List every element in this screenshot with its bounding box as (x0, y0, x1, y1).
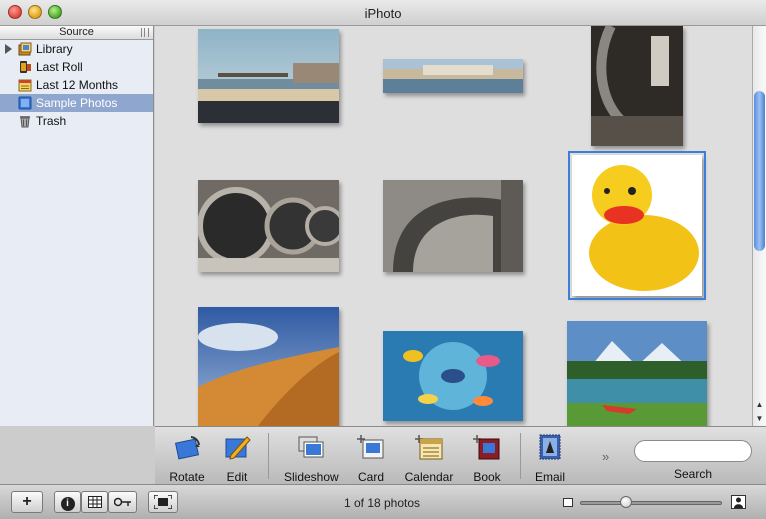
library-icon (18, 42, 32, 56)
sidebar-item-label: Trash (36, 114, 67, 128)
washer-door-curve-photo[interactable] (383, 180, 523, 272)
key-icon (113, 497, 131, 507)
keywords-button[interactable] (108, 491, 137, 513)
window-title: iPhoto (364, 6, 402, 21)
edit-button[interactable]: Edit (211, 433, 263, 484)
toolbar-separator (268, 433, 269, 479)
trash-icon (20, 116, 30, 128)
slideshow-label: Slideshow (284, 470, 339, 484)
email-label: Email (534, 470, 565, 484)
plus-icon: + (22, 493, 32, 510)
film-roll-icon (20, 61, 31, 73)
scroll-thumb[interactable] (754, 91, 765, 251)
source-header: Source (0, 26, 153, 40)
scroll-down-icon[interactable]: ▼ (753, 412, 766, 425)
book-label: Book (473, 470, 501, 484)
edit-toolbar: Rotate Edit Slideshow Card Calendar Book… (155, 426, 766, 484)
scroll-up-icon[interactable]: ▲ (753, 398, 766, 411)
photo-browser[interactable] (155, 26, 752, 426)
search-input[interactable] (634, 440, 752, 462)
more-tools-chevron-icon[interactable]: » (602, 449, 609, 464)
card-icon (357, 435, 384, 459)
album-icon (18, 96, 32, 110)
tropical-fish-photo[interactable] (383, 331, 523, 421)
sidebar-item-library[interactable]: Library (0, 40, 153, 58)
washer-door-closeup-photo[interactable] (591, 26, 683, 146)
calendar-button[interactable]: Calendar (402, 433, 456, 484)
full-screen-icon (153, 494, 173, 510)
mountain-lake-canoe-photo[interactable] (567, 321, 707, 426)
calendar-album-icon (18, 79, 32, 92)
pier-beach-photo[interactable] (198, 29, 339, 123)
card-label: Card (357, 470, 384, 484)
calendar-icon (415, 435, 443, 460)
rotate-icon (174, 436, 200, 460)
slideshow-button[interactable]: Slideshow (284, 433, 339, 484)
info-icon: i (60, 497, 75, 511)
edit-icon (225, 436, 251, 460)
thumbnail-size-slider-knob[interactable] (620, 496, 632, 508)
disclosure-triangle-icon[interactable] (5, 44, 12, 54)
full-screen-button[interactable] (148, 491, 178, 513)
slideshow-icon (298, 436, 324, 458)
card-button[interactable]: Card (345, 433, 397, 484)
coastal-town-panorama-photo[interactable] (383, 59, 523, 93)
photo-count-label: 1 of 18 photos (343, 496, 421, 510)
calendar-label: Calendar (404, 470, 454, 484)
sidebar-item-last-12-months[interactable]: Last 12 Months (0, 76, 153, 94)
vertical-scrollbar[interactable]: ▲ ▼ (752, 26, 766, 426)
sidebar-item-label: Last Roll (36, 60, 83, 74)
laundromat-washers-photo[interactable] (198, 180, 339, 272)
resize-grip-icon[interactable] (141, 28, 149, 37)
book-icon (473, 435, 500, 460)
person-silhouette-icon (734, 497, 743, 508)
book-button[interactable]: Book (461, 433, 513, 484)
title-bar: iPhoto (0, 0, 766, 26)
thumbnail-size-slider[interactable] (580, 501, 722, 505)
sidebar-item-label: Last 12 Months (36, 78, 119, 92)
large-thumbnail-icon (731, 495, 746, 509)
bottom-bar: + i 1 of 18 photos (0, 484, 766, 519)
email-button[interactable]: Email (524, 433, 576, 484)
add-album-button[interactable]: + (11, 491, 43, 513)
sidebar-item-label: Library (36, 42, 73, 56)
sidebar-item-sample-photos[interactable]: Sample Photos (0, 94, 153, 112)
sidebar-item-last-roll[interactable]: Last Roll (0, 58, 153, 76)
source-sidebar: Source Library Last Roll Last 12 Months (0, 26, 154, 426)
sidebar-item-label: Sample Photos (36, 96, 118, 110)
grid-calendar-icon (87, 496, 102, 508)
rotate-label: Rotate (169, 470, 205, 484)
info-button[interactable]: i (54, 491, 81, 513)
search-label: Search (673, 467, 713, 481)
email-icon (539, 434, 561, 460)
rubber-duck-photo[interactable] (568, 151, 706, 300)
sidebar-item-trash[interactable]: Trash (0, 112, 153, 130)
toolbar-separator (520, 433, 521, 479)
source-header-label: Source (59, 26, 94, 38)
calendar-view-button[interactable] (81, 491, 108, 513)
rotate-button[interactable]: Rotate (161, 433, 213, 484)
edit-label: Edit (226, 470, 248, 484)
small-thumbnail-icon (563, 498, 573, 507)
sand-dune-photo[interactable] (198, 307, 339, 426)
